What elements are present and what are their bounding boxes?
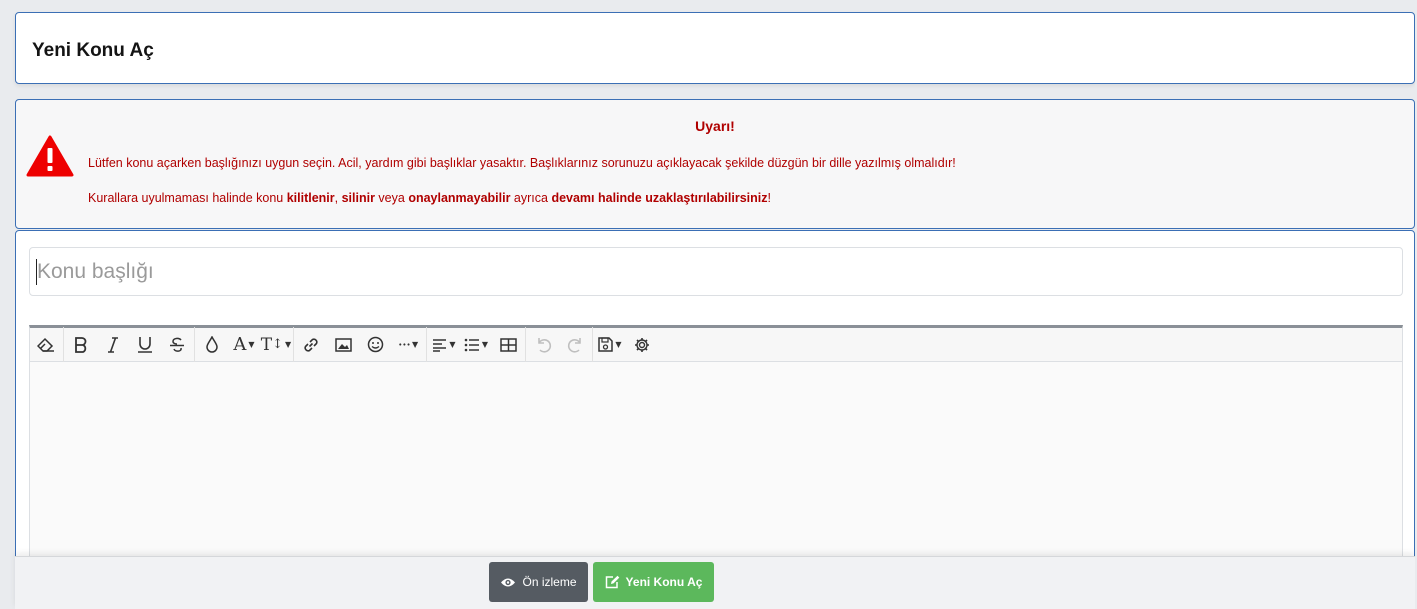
warning-emphasis: silinir	[341, 191, 375, 205]
page-title: Yeni Konu Aç	[32, 40, 154, 61]
toolbar-separator	[194, 326, 195, 363]
warning-triangle-icon	[26, 135, 74, 177]
font-size-icon[interactable]: T ↕ ▼	[260, 330, 292, 360]
italic-icon[interactable]	[97, 330, 129, 360]
text-color-icon[interactable]	[196, 330, 228, 360]
topic-title-input[interactable]	[29, 247, 1403, 296]
smiley-icon[interactable]	[359, 330, 391, 360]
link-icon[interactable]	[295, 330, 327, 360]
underline-icon[interactable]	[129, 330, 161, 360]
warning-text-part: !	[767, 191, 771, 205]
align-icon[interactable]: ▼	[428, 330, 460, 360]
editor-card: A▼ T↕▼ ···▼ ▼ ▼ ▼	[15, 230, 1415, 609]
undo-icon[interactable]	[527, 330, 559, 360]
warning-text-1: Lütfen konu açarken başlığınızı uygun se…	[88, 156, 956, 170]
page-title-card: Yeni Konu Aç	[15, 12, 1415, 84]
image-icon[interactable]	[327, 330, 359, 360]
toolbar-separator	[63, 326, 64, 363]
toolbar-separator	[293, 326, 294, 363]
warning-text-2: Kurallara uyulmaması halinde konu kilitl…	[88, 191, 771, 205]
font-family-icon[interactable]: A ▼	[228, 330, 260, 360]
submit-button-label: Yeni Konu Aç	[625, 575, 703, 589]
toolbar-separator	[525, 326, 526, 363]
eye-icon	[501, 578, 516, 586]
drafts-icon[interactable]: ▼	[594, 330, 626, 360]
preview-button-label: Ön izleme	[522, 575, 577, 589]
warning-emphasis: devamı halinde uzaklaştırılabilirsiniz	[551, 191, 768, 205]
redo-icon[interactable]	[559, 330, 591, 360]
settings-icon[interactable]	[626, 330, 658, 360]
warning-box: Uyarı! Lütfen konu açarken başlığınızı u…	[15, 99, 1415, 229]
more-icon[interactable]: ··· ▼	[391, 330, 425, 360]
strikethrough-icon[interactable]	[161, 330, 193, 360]
warning-title: Uyarı!	[695, 118, 735, 134]
eraser-icon[interactable]	[30, 330, 62, 360]
bold-icon[interactable]	[65, 330, 97, 360]
list-icon[interactable]: ▼	[460, 330, 492, 360]
table-icon[interactable]	[492, 330, 524, 360]
warning-text-part: veya	[374, 191, 409, 205]
warning-emphasis: kilitlenir	[286, 191, 335, 205]
warning-text-part: ayrıca	[510, 191, 552, 205]
toolbar-separator	[592, 326, 593, 363]
warning-text-part: ,	[334, 191, 342, 205]
edit-icon	[605, 575, 619, 589]
warning-text-part: Kurallara uyulmaması halinde konu	[88, 191, 287, 205]
preview-button[interactable]: Ön izleme	[489, 562, 588, 602]
editor-toolbar: A ▼ T ↕ ▼ ··· ▼ ▼ ▼ ▼	[29, 325, 1403, 363]
form-footer: Ön izleme Yeni Konu Aç	[15, 556, 1415, 609]
text-cursor	[36, 259, 37, 285]
submit-topic-button[interactable]: Yeni Konu Aç	[593, 562, 714, 602]
toolbar-separator	[426, 326, 427, 363]
warning-emphasis: onaylanmayabilir	[408, 191, 511, 205]
